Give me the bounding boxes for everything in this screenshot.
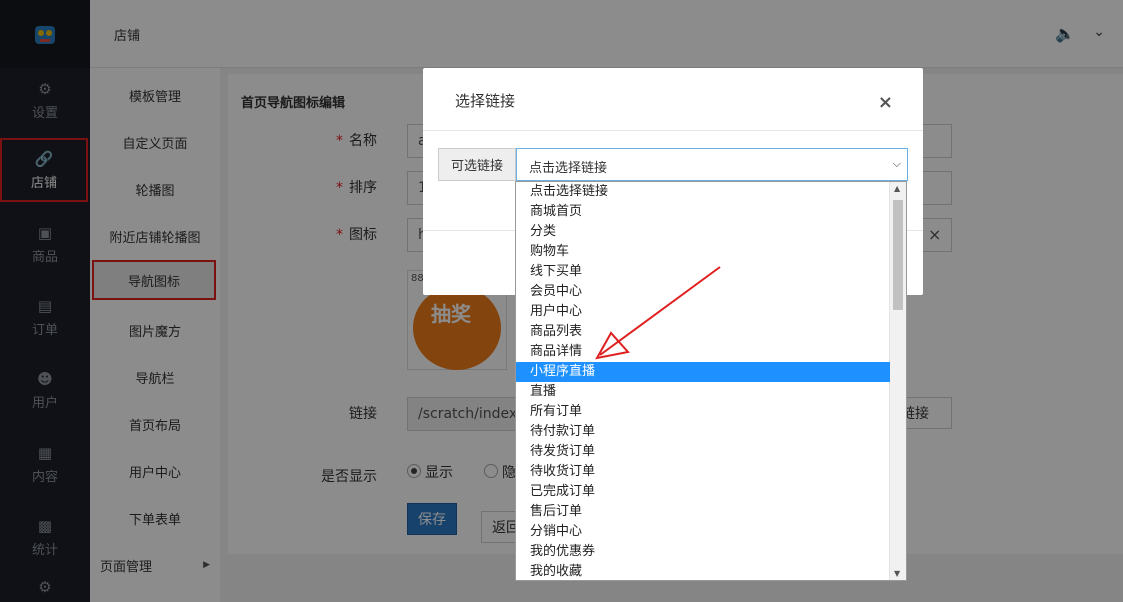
link-option[interactable]: 分类 bbox=[516, 222, 890, 242]
link-option[interactable]: 点击选择链接 bbox=[516, 182, 890, 202]
chevron-down-icon: ⌵ bbox=[892, 157, 901, 170]
link-option[interactable]: 购物车 bbox=[516, 242, 890, 262]
link-option[interactable]: 线下买单 bbox=[516, 262, 890, 282]
scroll-down-icon[interactable]: ▼ bbox=[894, 569, 900, 578]
link-option[interactable]: 商城首页 bbox=[516, 202, 890, 222]
modal-title: 选择链接 bbox=[455, 92, 516, 110]
link-option[interactable]: 我的收藏 bbox=[516, 562, 890, 580]
link-option[interactable]: 小程序直播 bbox=[516, 362, 890, 382]
link-option[interactable]: 待收货订单 bbox=[516, 462, 890, 482]
link-select[interactable]: 点击选择链接 ⌵ bbox=[516, 148, 908, 181]
link-option[interactable]: 我的优惠券 bbox=[516, 542, 890, 562]
scrollbar-thumb[interactable] bbox=[893, 200, 903, 310]
link-option[interactable]: 分销中心 bbox=[516, 522, 890, 542]
link-option[interactable]: 已完成订单 bbox=[516, 482, 890, 502]
link-select-addon: 可选链接 bbox=[438, 148, 516, 181]
link-options-list[interactable]: ▲ ▼ 点击选择链接 商城首页 分类 购物车 线下买单 会员中心 用户中心 商品列表 商品详情小… bbox=[515, 181, 907, 581]
link-select-value: 点击选择链接 bbox=[529, 161, 608, 176]
link-option[interactable]: 待付款订单 bbox=[516, 422, 890, 442]
link-option[interactable]: 售后订单 bbox=[516, 502, 890, 522]
close-icon[interactable]: × bbox=[878, 92, 893, 113]
link-option[interactable]: 直播 bbox=[516, 382, 890, 402]
link-option[interactable]: 商品列表 bbox=[516, 322, 890, 342]
link-option[interactable]: 商品详情 bbox=[516, 342, 890, 362]
link-option[interactable]: 用户中心 bbox=[516, 302, 890, 322]
link-option[interactable]: 所有订单 bbox=[516, 402, 890, 422]
link-option[interactable]: 会员中心 bbox=[516, 282, 890, 302]
divider bbox=[423, 130, 923, 131]
scrollbar[interactable]: ▲ ▼ bbox=[889, 182, 906, 580]
scroll-up-icon[interactable]: ▲ bbox=[894, 184, 900, 193]
link-option[interactable]: 待发货订单 bbox=[516, 442, 890, 462]
